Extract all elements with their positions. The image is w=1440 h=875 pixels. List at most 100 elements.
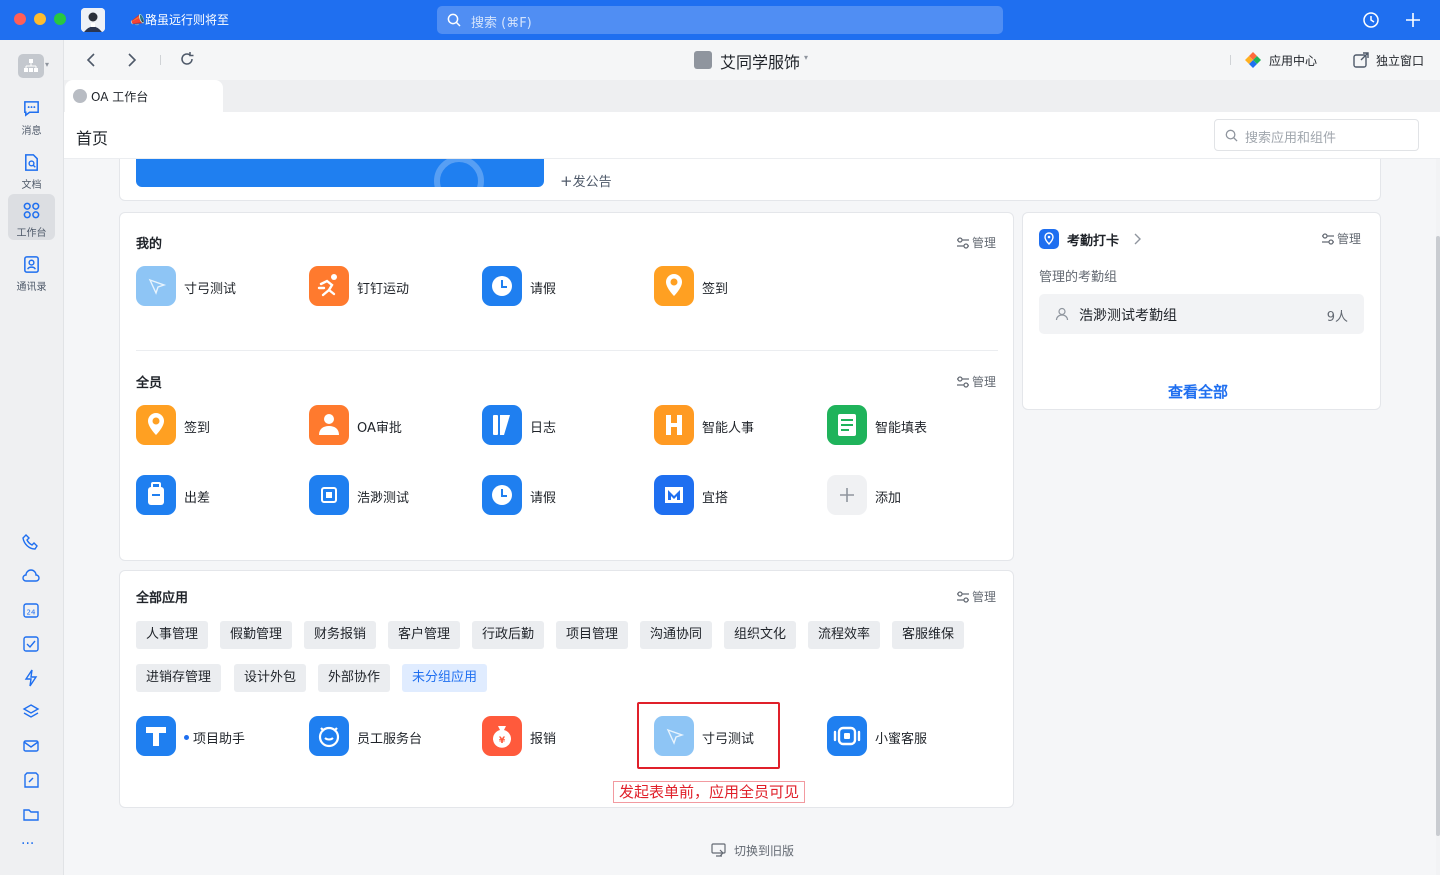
manage-all-apps-button[interactable]: 管理: [956, 588, 996, 605]
divider: [160, 55, 161, 65]
sidebar-item-label: 消息: [21, 126, 42, 137]
sidebar-item-messages[interactable]: 消息: [8, 92, 55, 138]
view-all-link[interactable]: 查看全部: [1168, 381, 1228, 402]
main-content: +发公告 我的 管理 寸弓测试 钉钉运动 请假 签到 全员 管理 签到 OA审批…: [64, 159, 1436, 875]
attendance-subtitle: 管理的考勤组: [1039, 270, 1118, 285]
category-chip[interactable]: 行政后勤: [472, 621, 545, 649]
manage-mine-button[interactable]: 管理: [956, 234, 996, 251]
app-leave[interactable]: 请假: [482, 475, 652, 515]
doc-edit-icon[interactable]: [22, 771, 40, 789]
folder-icon[interactable]: [22, 805, 40, 823]
add-app-button[interactable]: 添加: [827, 475, 997, 515]
app-checkin[interactable]: 签到: [654, 266, 824, 306]
org-logo-icon: [694, 51, 712, 69]
svg-text:¥: ¥: [499, 736, 506, 746]
close-window-button[interactable]: [14, 13, 26, 25]
history-icon[interactable]: [1362, 11, 1380, 29]
minimize-window-button[interactable]: [34, 13, 46, 25]
forward-icon[interactable]: [125, 52, 139, 68]
app-smart-form[interactable]: 智能填表: [827, 405, 997, 445]
manage-all-staff-button[interactable]: 管理: [956, 373, 996, 390]
calendar-icon[interactable]: 24: [22, 601, 40, 619]
app-haomiao-test[interactable]: 浩渺测试: [309, 475, 479, 515]
tab-oa-workbench[interactable]: OA 工作台: [65, 80, 223, 112]
my-apps-card: 我的 管理 寸弓测试 钉钉运动 请假 签到 全员 管理 签到 OA审批 日志 智…: [119, 212, 1014, 561]
post-announcement-button[interactable]: +发公告: [560, 171, 612, 190]
announcement-banner[interactable]: [136, 159, 544, 187]
more-icon[interactable]: ···: [21, 836, 34, 852]
page-title: 首页: [76, 129, 109, 148]
business-trip-icon: [136, 475, 176, 515]
category-chip[interactable]: 外部协作: [318, 664, 391, 692]
category-chip[interactable]: 客服维保: [892, 621, 965, 649]
category-chip[interactable]: 财务报销: [304, 621, 377, 649]
sidebar-item-label: 文档: [21, 180, 42, 191]
phone-icon[interactable]: [22, 533, 40, 551]
settings-sliders-icon: [957, 237, 969, 249]
scrollbar[interactable]: [1436, 236, 1440, 836]
monitor-switch-icon: [711, 843, 726, 857]
category-chip[interactable]: 客户管理: [388, 621, 461, 649]
zoom-window-button[interactable]: [54, 13, 66, 25]
app-smart-hr[interactable]: 智能人事: [654, 405, 824, 445]
attendance-title[interactable]: 考勤打卡: [1039, 229, 1149, 249]
sidebar-item-label: 通讯录: [16, 282, 47, 293]
manage-attendance-button[interactable]: 管理: [1321, 230, 1361, 247]
workbench-icon: [23, 202, 40, 219]
layers-icon[interactable]: [22, 703, 40, 721]
back-icon[interactable]: [84, 52, 98, 68]
global-search-input[interactable]: 搜索 (⌘F): [437, 6, 1003, 34]
highlight-box: [637, 702, 780, 769]
app-leave[interactable]: 请假: [482, 266, 652, 306]
category-chip[interactable]: 假勤管理: [220, 621, 293, 649]
app-dingtalk-sport[interactable]: 钉钉运动: [309, 266, 479, 306]
category-chip-selected[interactable]: 未分组应用: [402, 664, 488, 692]
leave-icon: [482, 475, 522, 515]
sidebar-item-docs[interactable]: 文档: [8, 146, 55, 192]
plus-icon: +: [560, 172, 573, 190]
sidebar-item-workbench[interactable]: 工作台: [8, 194, 55, 240]
org-switcher[interactable]: [18, 54, 44, 78]
attendance-group-row[interactable]: 浩渺测试考勤组 9人: [1039, 294, 1364, 334]
org-chart-icon: [24, 59, 38, 72]
app-search-input[interactable]: 搜索应用和组件: [1214, 119, 1419, 151]
cun-gong-test-icon: [136, 266, 176, 306]
app-cun-gong-test[interactable]: 寸弓测试: [136, 266, 306, 306]
todo-icon[interactable]: [22, 635, 40, 653]
yida-icon: [654, 475, 694, 515]
category-chip[interactable]: 组织文化: [724, 621, 797, 649]
lightning-icon[interactable]: [22, 669, 40, 687]
settings-sliders-icon: [957, 591, 969, 603]
haomiao-test-icon: [309, 475, 349, 515]
user-icon: [1055, 307, 1069, 321]
oa-logo-icon: [73, 89, 87, 103]
oa-approval-icon: [309, 405, 349, 445]
cloud-drive-icon[interactable]: [22, 567, 40, 585]
category-chip[interactable]: 进销存管理: [136, 664, 222, 692]
app-reimburse[interactable]: ¥ 报销: [482, 716, 652, 756]
app-oa-approval[interactable]: OA审批: [309, 405, 479, 445]
app-yida[interactable]: 宜搭: [654, 475, 824, 515]
refresh-icon[interactable]: [179, 51, 195, 67]
app-employee-service[interactable]: 员工服务台: [309, 716, 479, 756]
mail-icon[interactable]: [22, 737, 40, 755]
plus-icon[interactable]: [1405, 12, 1421, 28]
app-project-assistant[interactable]: 项目助手: [136, 716, 306, 756]
category-chip[interactable]: 沟通协同: [640, 621, 713, 649]
status-text[interactable]: 📣路虽远行则将至: [130, 11, 229, 28]
page-header: 首页 搜索应用和组件: [64, 112, 1440, 159]
app-log[interactable]: 日志: [482, 405, 652, 445]
announcement-card: +发公告: [119, 159, 1381, 201]
settings-sliders-icon: [1322, 233, 1334, 245]
category-chip[interactable]: 项目管理: [556, 621, 629, 649]
sidebar-item-contacts[interactable]: 通讯录: [8, 248, 55, 294]
app-checkin[interactable]: 签到: [136, 405, 306, 445]
tab-strip: [64, 80, 1440, 112]
category-chip[interactable]: 设计外包: [234, 664, 307, 692]
category-chip[interactable]: 流程效率: [808, 621, 881, 649]
app-business-trip[interactable]: 出差: [136, 475, 306, 515]
category-chip[interactable]: 人事管理: [136, 621, 209, 649]
app-xiaomi-service[interactable]: 小蜜客服: [827, 716, 997, 756]
search-icon: [447, 13, 461, 27]
avatar[interactable]: [81, 8, 105, 32]
